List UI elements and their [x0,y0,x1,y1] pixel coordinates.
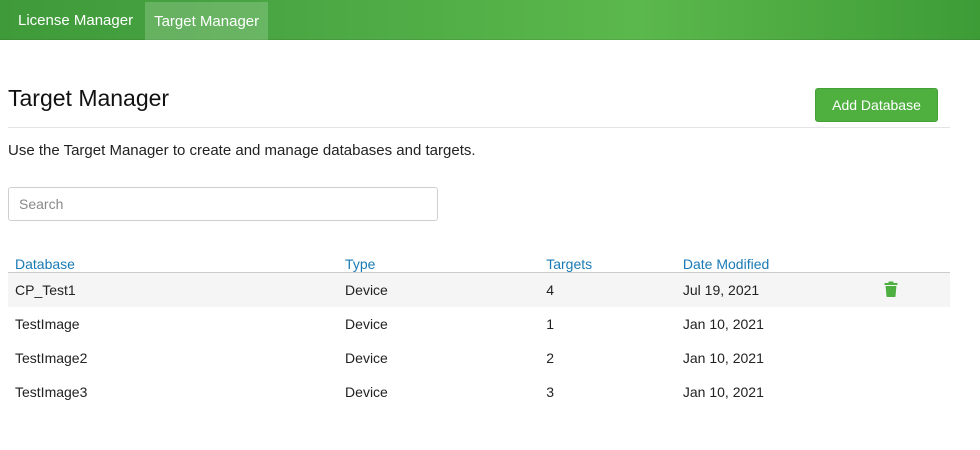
cell-type: Device [345,350,388,366]
cell-type: Device [345,316,388,332]
add-database-button[interactable]: Add Database [815,88,938,122]
top-nav-bar: License Manager Target Manager [0,0,980,40]
cell-date-modified: Jul 19, 2021 [675,272,876,307]
cell-actions [876,375,950,409]
column-header-actions [875,250,950,273]
cell-type: Device [338,272,540,307]
cell-targets: 3 [546,384,555,400]
tab-license-manager[interactable]: License Manager [0,0,145,40]
cell-actions [876,341,950,375]
column-header-type[interactable]: Type [338,250,540,273]
table-row[interactable]: CP_Test1 Device 4 Jul 19, 2021 [8,272,950,307]
column-header-targets[interactable]: Targets [539,250,676,273]
trash-icon[interactable] [884,281,898,300]
cell-date-modified: Jan 10, 2021 [682,350,764,366]
cell-database: CP_Test1 [8,272,339,307]
table-row[interactable]: TestImage2 Device 2 Jan 10, 2021 [8,341,950,375]
cell-targets: 1 [546,316,555,332]
search-input[interactable] [8,187,438,221]
cell-database: TestImage2 [15,350,88,366]
tab-target-manager[interactable]: Target Manager [145,2,269,40]
cell-date-modified: Jan 10, 2021 [682,384,764,400]
cell-database: TestImage [15,316,80,332]
table-header-row: Database Type Targets Date Modified [8,250,950,273]
cell-targets: 2 [546,350,555,366]
cell-actions [875,272,950,307]
title-divider [8,127,950,128]
table-row[interactable]: TestImage Device 1 Jan 10, 2021 [8,307,950,341]
cell-type: Device [345,384,388,400]
cell-date-modified: Jan 10, 2021 [682,316,764,332]
column-header-date-modified[interactable]: Date Modified [675,250,876,273]
cell-targets: 4 [539,272,676,307]
cell-database: TestImage3 [15,384,88,400]
database-table: Database Type Targets Date Modified CP_T… [8,250,950,409]
cell-actions [876,307,950,341]
page-description: Use the Target Manager to create and man… [8,142,476,159]
page-title: Target Manager [8,85,170,111]
table-row[interactable]: TestImage3 Device 3 Jan 10, 2021 [8,375,950,409]
column-header-database[interactable]: Database [8,250,339,273]
